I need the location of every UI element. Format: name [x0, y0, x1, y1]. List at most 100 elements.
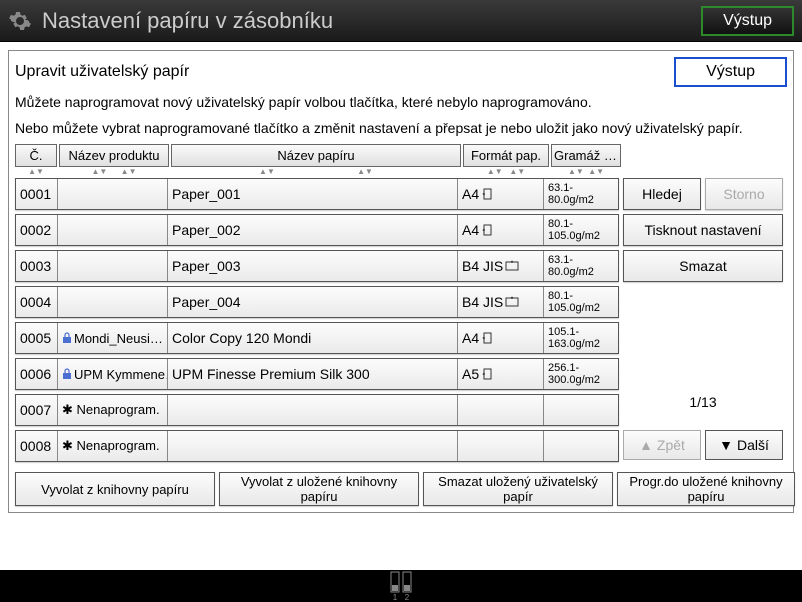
delete-saved-user-paper-button[interactable]: Smazat uložený uživatelský papír: [423, 472, 613, 506]
table-row-wrap: 0006UPM Kymmene…UPM Finesse Premium Silk…: [15, 358, 787, 390]
pager-next-button[interactable]: ▼Další: [705, 430, 783, 460]
cell-gram: [544, 431, 614, 461]
tray-icon: [402, 571, 412, 593]
cell-name: [168, 431, 458, 461]
cell-name: Color Copy 120 Mondi: [168, 323, 458, 353]
status-bar: 1 2: [0, 570, 802, 602]
cell-gram: 256.1-300.0g/m2: [544, 359, 614, 389]
cell-product: [58, 179, 168, 209]
cell-name: UPM Finesse Premium Silk 300: [168, 359, 458, 389]
header-product[interactable]: Název produktu: [59, 144, 169, 167]
cell-format: [458, 395, 544, 425]
table-row[interactable]: 0002Paper_002A480.1-105.0g/m2: [15, 214, 619, 246]
orientation-portrait-icon: [481, 224, 495, 236]
tray-label-2: 2: [405, 593, 409, 602]
cell-no: 0006: [16, 359, 58, 389]
search-button[interactable]: Hledej: [623, 178, 701, 210]
cell-name: Paper_002: [168, 215, 458, 245]
table-row-wrap: 0004 Paper_004B4 JIS80.1-105.0g/m2: [15, 286, 787, 318]
panel-header: Upravit uživatelský papír Výstup: [15, 57, 787, 87]
pager-label: 1/13: [623, 394, 783, 410]
triangle-down-icon: ▼: [719, 437, 733, 453]
table-row[interactable]: 0005Mondi_Neusi…Color Copy 120 MondiA410…: [15, 322, 619, 354]
cell-gram: [544, 395, 614, 425]
table-row[interactable]: 0003Paper_003B4 JIS63.1-80.0g/m2: [15, 250, 619, 282]
cell-gram: 63.1-80.0g/m2: [544, 179, 614, 209]
cell-product: Mondi_Neusi…: [58, 323, 168, 353]
program-to-saved-library-button[interactable]: Progr.do uložené knihovny papíru: [617, 472, 795, 506]
sort-icon: ▲▼ ▲▼: [551, 168, 621, 176]
gear-icon: [8, 9, 32, 33]
table-row-wrap: 0003Paper_003B4 JIS63.1-80.0g/m2Smazat: [15, 250, 787, 282]
header-format[interactable]: Formát pap.: [463, 144, 549, 167]
cell-format: [458, 431, 544, 461]
recall-from-saved-library-button[interactable]: Vyvolat z uložené knihovny papíru: [219, 472, 419, 506]
table-row-wrap: 0007✱ Nenaprogram.1/13: [15, 394, 787, 426]
header-name[interactable]: Název papíru: [171, 144, 461, 167]
instruction-line-2: Nebo můžete vybrat naprogramované tlačít…: [15, 119, 787, 139]
cell-gram: 80.1-105.0g/m2: [544, 287, 614, 317]
action-group: HledejStorno: [623, 178, 783, 210]
table-row[interactable]: 0008✱ Nenaprogram.: [15, 430, 619, 462]
cell-name: Paper_004: [168, 287, 458, 317]
title-bar: Nastavení papíru v zásobníku Výstup: [0, 0, 802, 42]
table-row-wrap: 0002Paper_002A480.1-105.0g/m2Tisknout na…: [15, 214, 787, 246]
cell-format: A4: [458, 179, 544, 209]
sort-icon: ▲▼ ▲▼: [59, 168, 169, 176]
sort-icon: ▲▼: [15, 168, 57, 176]
print-settings-button[interactable]: Tisknout nastavení: [623, 214, 783, 246]
cell-format: A4: [458, 323, 544, 353]
cell-no: 0002: [16, 215, 58, 245]
table-row[interactable]: 0004 Paper_004B4 JIS80.1-105.0g/m2: [15, 286, 619, 318]
cell-no: 0004: [16, 287, 58, 317]
table-header-row: Č. Název produktu Název papíru Formát pa…: [15, 144, 787, 167]
cell-format: B4 JIS: [458, 287, 544, 317]
cancel-button: Storno: [705, 178, 783, 210]
sort-arrows: ▲▼ ▲▼ ▲▼ ▲▼ ▲▼ ▲▼ ▲▼ ▲▼ ▲▼: [15, 168, 787, 176]
cell-name: Paper_003: [168, 251, 458, 281]
cell-product: [58, 251, 168, 281]
cell-name: Paper_001: [168, 179, 458, 209]
cell-no: 0007: [16, 395, 58, 425]
orientation-landscape-icon: [505, 260, 519, 272]
orientation-portrait-icon: [481, 332, 495, 344]
output-button[interactable]: Výstup: [674, 57, 787, 87]
exit-button[interactable]: Výstup: [701, 6, 794, 36]
cell-product: UPM Kymmene…: [58, 359, 168, 389]
cell-format: A4: [458, 215, 544, 245]
page-title: Nastavení papíru v zásobníku: [42, 8, 701, 34]
cell-gram: 105.1-163.0g/m2: [544, 323, 614, 353]
delete-button[interactable]: Smazat: [623, 250, 783, 282]
triangle-up-icon: ▲: [639, 437, 653, 453]
tray-label-1: 1: [393, 593, 397, 602]
lock-icon: [62, 368, 72, 380]
orientation-landscape-icon: [505, 296, 519, 308]
cell-product: [58, 287, 168, 317]
panel-title: Upravit uživatelský papír: [15, 63, 674, 81]
lock-icon: [62, 332, 72, 344]
table-row-wrap: 0005Mondi_Neusi…Color Copy 120 MondiA410…: [15, 322, 787, 354]
pager-buttons: ▲Zpět▼Další: [623, 430, 783, 462]
header-gram[interactable]: Gramáž pap.: [551, 144, 621, 167]
cell-no: 0005: [16, 323, 58, 353]
main-panel: Upravit uživatelský papír Výstup Můžete …: [8, 50, 794, 513]
sort-icon: ▲▼ ▲▼: [171, 168, 461, 176]
recall-from-library-button[interactable]: Vyvolat z knihovny papíru: [15, 472, 215, 506]
cell-no: 0001: [16, 179, 58, 209]
orientation-portrait-icon: [481, 368, 495, 380]
cell-no: 0008: [16, 431, 58, 461]
header-no[interactable]: Č.: [15, 144, 57, 167]
cell-product: ✱ Nenaprogram.: [58, 431, 168, 461]
cell-no: 0003: [16, 251, 58, 281]
cell-gram: 63.1-80.0g/m2: [544, 251, 614, 281]
table-row[interactable]: 0001 Paper_001A463.1-80.0g/m2: [15, 178, 619, 210]
table-row[interactable]: 0006UPM Kymmene…UPM Finesse Premium Silk…: [15, 358, 619, 390]
sort-icon: ▲▼ ▲▼: [463, 168, 549, 176]
instruction-line-1: Můžete naprogramovat nový uživatelský pa…: [15, 93, 787, 113]
table-row[interactable]: 0007✱ Nenaprogram.: [15, 394, 619, 426]
orientation-portrait-icon: [481, 188, 495, 200]
tray-icon: [390, 571, 400, 593]
pager-prev-button: ▲Zpět: [623, 430, 701, 460]
cell-format: A5: [458, 359, 544, 389]
rows-container: 0001Paper_001A463.1-80.0g/m2HledejStorno…: [15, 178, 787, 462]
